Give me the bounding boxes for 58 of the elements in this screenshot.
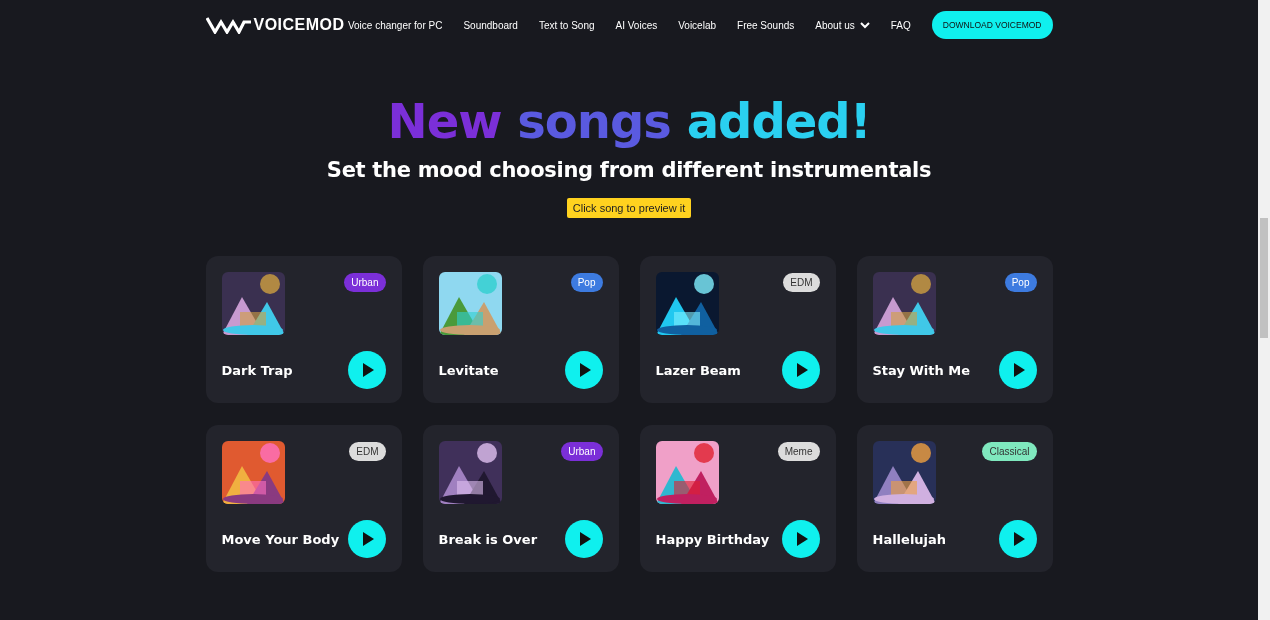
headline-word: songs: [517, 93, 671, 149]
nav-link[interactable]: Free Sounds: [737, 19, 795, 31]
play-button[interactable]: [781, 351, 820, 389]
song-card[interactable]: Classical Hallelujah: [856, 425, 1053, 572]
play-button[interactable]: [781, 520, 820, 558]
song-card[interactable]: Pop Stay With Me: [856, 256, 1053, 403]
nav-link[interactable]: AI Voices: [615, 19, 658, 31]
genre-tag: EDM: [783, 273, 820, 292]
hint-label: Click song to preview it: [566, 198, 692, 218]
nav-link[interactable]: Soundboard: [463, 19, 518, 31]
nav-link[interactable]: Voice changer for PC: [347, 19, 443, 31]
nav-link[interactable]: Text to Song: [538, 19, 595, 31]
genre-tag: Urban: [344, 273, 386, 292]
song-card[interactable]: Pop Levitate: [422, 256, 619, 403]
play-button[interactable]: [347, 520, 386, 558]
song-title: Dark Trap: [221, 362, 293, 378]
nav-link[interactable]: FAQ: [890, 19, 911, 31]
song-title: Levitate: [438, 362, 499, 378]
nav-link[interactable]: Voicelab: [678, 19, 717, 31]
headline-word: added!: [686, 93, 871, 149]
play-icon: [1013, 532, 1025, 546]
play-icon: [362, 532, 374, 546]
song-title: Move Your Body: [221, 531, 340, 547]
song-card[interactable]: Urban Break is Over: [422, 425, 619, 572]
logo-icon: [205, 16, 252, 34]
play-button[interactable]: [564, 351, 603, 389]
nav-dropdown[interactable]: About us: [815, 19, 870, 31]
play-icon: [796, 532, 808, 546]
download-button[interactable]: DOWNLOAD VOICEMOD: [931, 11, 1053, 39]
genre-tag: Meme: [777, 442, 820, 461]
play-icon: [1013, 363, 1025, 377]
play-icon: [362, 363, 374, 377]
genre-tag: Urban: [561, 442, 603, 461]
song-card[interactable]: EDM Lazer Beam: [639, 256, 836, 403]
chevron-down-icon: [859, 21, 870, 29]
song-card[interactable]: Meme Happy Birthday: [639, 425, 836, 572]
song-card[interactable]: Urban Dark Trap: [205, 256, 402, 403]
song-title: Happy Birthday: [655, 531, 770, 547]
genre-tag: Classical: [982, 442, 1037, 461]
song-title: Lazer Beam: [655, 362, 741, 378]
genre-tag: Pop: [570, 273, 603, 292]
play-icon: [579, 532, 591, 546]
play-button[interactable]: [347, 351, 386, 389]
song-card[interactable]: EDM Move Your Body: [205, 425, 402, 572]
song-title: Stay With Me: [872, 362, 970, 378]
subtitle: Set the mood choosing from different instrumentals: [326, 158, 932, 182]
genre-tag: Pop: [1004, 273, 1037, 292]
play-button[interactable]: [998, 351, 1037, 389]
play-icon: [796, 363, 808, 377]
genre-tag: EDM: [349, 442, 386, 461]
play-button[interactable]: [564, 520, 603, 558]
headline-word: New: [387, 93, 502, 149]
play-icon: [579, 363, 591, 377]
scrollbar[interactable]: [1258, 0, 1270, 620]
play-button[interactable]: [998, 520, 1037, 558]
song-title: Hallelujah: [872, 531, 947, 547]
logo-text: VOICEMOD: [253, 16, 345, 34]
song-title: Break is Over: [438, 531, 538, 547]
